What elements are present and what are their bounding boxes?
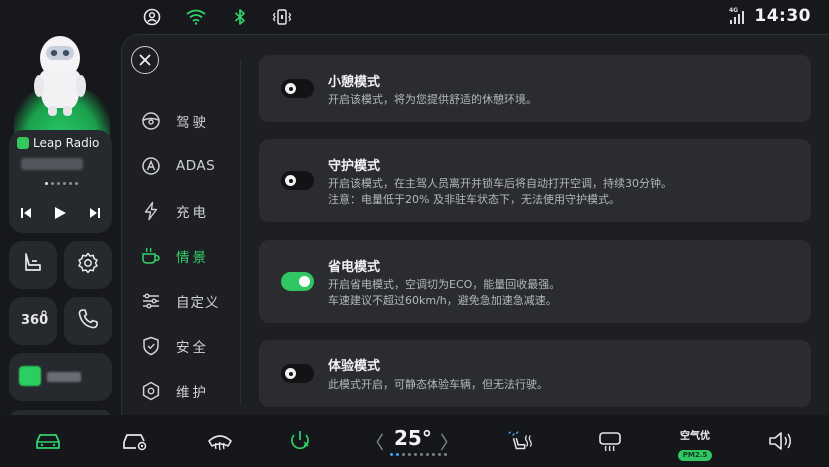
nav-label: 充电 bbox=[176, 205, 209, 221]
nav-item-custom[interactable]: 自定义 bbox=[140, 288, 220, 314]
experience-mode-toggle[interactable] bbox=[281, 364, 314, 383]
scene-cup-icon bbox=[140, 245, 162, 267]
rear-defrost-icon[interactable] bbox=[596, 428, 624, 454]
sliders-icon bbox=[140, 290, 162, 312]
360-camera-icon: 360 bbox=[19, 309, 48, 333]
steering-wheel-icon bbox=[140, 110, 162, 132]
left-dock: Leap Radio 360 bbox=[0, 0, 120, 420]
app-shortcut-label bbox=[47, 372, 81, 382]
adas-icon bbox=[140, 155, 162, 177]
temperature-value: 25° bbox=[394, 426, 432, 450]
nav-label: ADAS bbox=[176, 158, 216, 174]
signal-icon: 4G bbox=[729, 7, 745, 25]
mascot-icon[interactable] bbox=[28, 28, 92, 120]
nav-label: 安全 bbox=[176, 340, 209, 356]
nav-item-charge[interactable]: 充电 bbox=[140, 198, 209, 224]
status-bar: 4G 14:30 bbox=[0, 0, 829, 34]
nav-divider bbox=[240, 60, 241, 405]
play-icon[interactable] bbox=[49, 202, 71, 224]
air-quality-label: 空气优 bbox=[680, 431, 710, 442]
mode-desc-note: 注意：电量低于20% 及非驻车状态下，无法使用守护模式。 bbox=[328, 193, 620, 206]
phone-icon bbox=[76, 307, 100, 335]
nav-label: 自定义 bbox=[176, 295, 220, 311]
app-shortcut-card[interactable] bbox=[9, 353, 112, 401]
nav-label: 情景 bbox=[176, 250, 209, 266]
app-shortcut-icon bbox=[19, 366, 41, 386]
wifi-icon[interactable] bbox=[186, 7, 206, 27]
nap-mode-toggle[interactable] bbox=[281, 79, 314, 98]
radio-page-dots bbox=[45, 182, 78, 185]
phone-button[interactable] bbox=[64, 297, 112, 345]
seat-icon bbox=[21, 251, 45, 279]
mode-desc: 此模式开启，可静态体验车辆，但无法行驶。 bbox=[328, 378, 548, 391]
mode-card-experience: 体验模式 此模式开启，可静态体验车辆，但无法行驶。 bbox=[259, 340, 811, 407]
mode-desc: 开启该模式，将为您提供舒适的休憩环境。 bbox=[328, 93, 537, 106]
nav-item-maintenance[interactable]: 维护 bbox=[140, 378, 209, 404]
seat-heat-icon[interactable] bbox=[506, 428, 534, 454]
nav-label: 维护 bbox=[176, 385, 209, 401]
mode-card-nap: 小憩模式 开启该模式，将为您提供舒适的休憩环境。 bbox=[259, 55, 811, 122]
settings-button[interactable] bbox=[64, 241, 112, 289]
car-settings-icon[interactable] bbox=[121, 428, 149, 454]
volume-icon[interactable] bbox=[767, 428, 795, 454]
radio-logo-icon bbox=[17, 137, 29, 149]
car-home-icon[interactable] bbox=[34, 428, 62, 454]
nav-item-adas[interactable]: ADAS bbox=[140, 153, 215, 179]
pm25-badge: PM2.5 bbox=[677, 450, 713, 461]
radio-subtitle bbox=[21, 158, 83, 170]
mode-card-power-save: 省电模式 开启省电模式，空调切为ECO，能量回收最强。 车速建议不超过60km/… bbox=[259, 240, 811, 323]
mode-card-guard: 守护模式 开启该模式，在主驾人员离开并锁车后将自动打开空调，持续30分钟。 注意… bbox=[259, 139, 811, 222]
guard-mode-toggle[interactable] bbox=[281, 171, 314, 190]
close-icon bbox=[139, 51, 151, 70]
next-icon[interactable] bbox=[84, 202, 106, 224]
mode-title: 省电模式 bbox=[328, 260, 381, 275]
temperature-level-dots bbox=[390, 453, 447, 456]
front-defrost-icon[interactable] bbox=[206, 428, 234, 454]
shield-icon bbox=[140, 335, 162, 357]
radio-title-row: Leap Radio bbox=[17, 136, 99, 150]
settings-gear-icon bbox=[76, 251, 100, 279]
mode-title: 守护模式 bbox=[328, 159, 381, 174]
bluetooth-icon[interactable] bbox=[230, 7, 250, 27]
nav-label: 驾驶 bbox=[176, 115, 209, 131]
mode-desc-note: 车速建议不超过60km/h，避免急加速急减速。 bbox=[328, 294, 557, 307]
phone-vibrate-icon[interactable] bbox=[272, 7, 292, 27]
seat-button[interactable] bbox=[9, 241, 57, 289]
charge-bolt-icon bbox=[140, 200, 162, 222]
nav-item-safety[interactable]: 安全 bbox=[140, 333, 209, 359]
clock: 14:30 bbox=[754, 6, 811, 26]
temp-decrease-button[interactable]: 〈 bbox=[366, 429, 384, 455]
nav-item-drive[interactable]: 驾驶 bbox=[140, 108, 209, 134]
radio-title: Leap Radio bbox=[33, 136, 100, 150]
close-button[interactable] bbox=[131, 46, 159, 74]
previous-icon[interactable] bbox=[15, 202, 37, 224]
ac-power-icon[interactable] bbox=[286, 428, 314, 454]
camera-360-button[interactable]: 360 bbox=[9, 297, 57, 345]
air-quality[interactable]: 空气优 PM2.5 bbox=[676, 427, 714, 461]
mode-title: 体验模式 bbox=[328, 359, 381, 374]
mode-title: 小憩模式 bbox=[328, 75, 381, 90]
radio-card[interactable]: Leap Radio bbox=[9, 130, 112, 233]
account-icon[interactable] bbox=[142, 7, 162, 27]
bottom-bar: 〈 25° 〉 空气优 PM2.5 bbox=[0, 415, 829, 467]
maintenance-icon bbox=[140, 380, 162, 402]
nav-item-scene[interactable]: 情景 bbox=[140, 243, 209, 269]
power-save-mode-toggle[interactable] bbox=[281, 272, 314, 291]
temp-increase-button[interactable]: 〉 bbox=[440, 429, 458, 455]
